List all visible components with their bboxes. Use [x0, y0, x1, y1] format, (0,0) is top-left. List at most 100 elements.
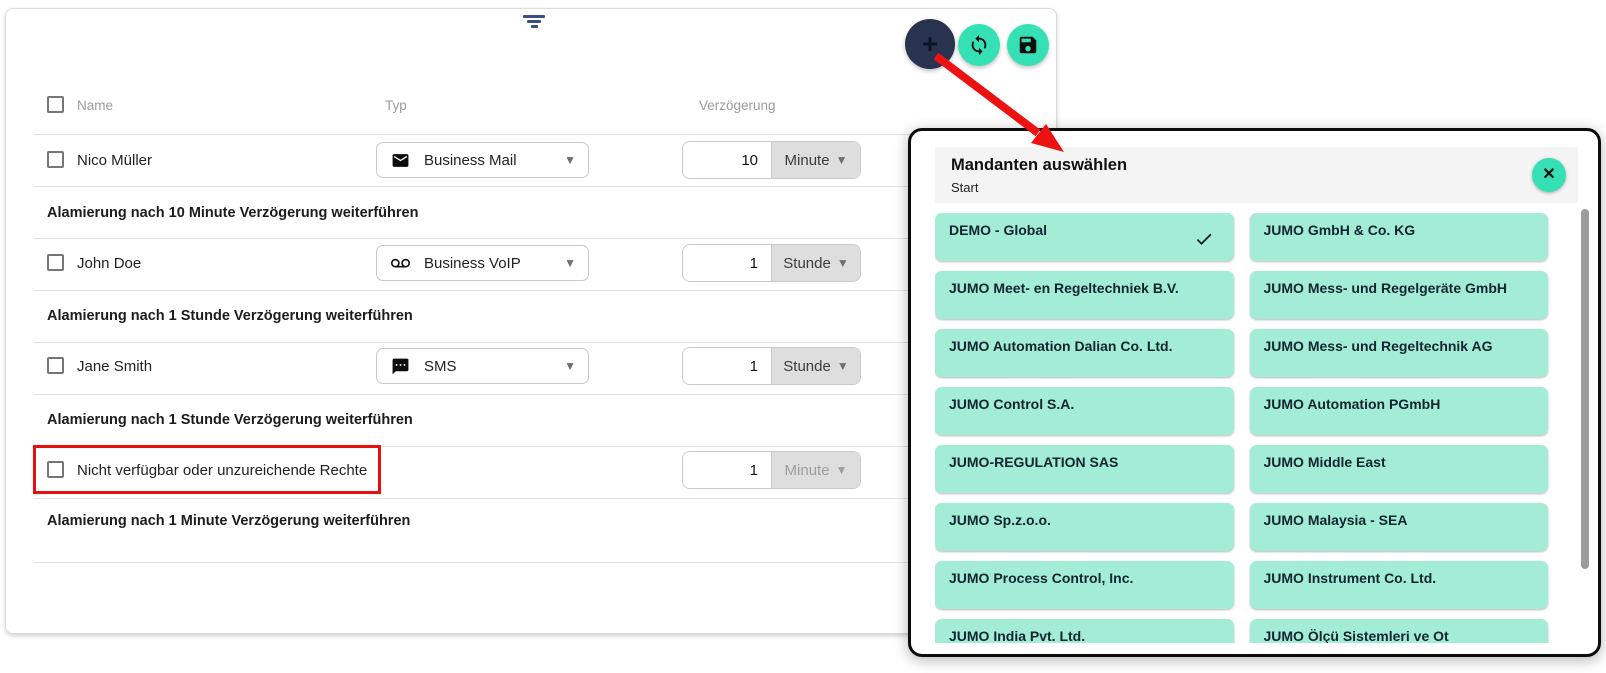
- escalation-note: Alamierung nach 1 Stunde Verzögerung wei…: [47, 308, 413, 324]
- type-dropdown-value: Business Mail: [424, 152, 564, 169]
- chevron-down-icon: ▼: [564, 359, 576, 373]
- delay-unit-value: Minute: [785, 152, 830, 169]
- delay-unit-value: Stunde: [783, 358, 831, 375]
- tenant-label: JUMO GmbH & Co. KG: [1264, 222, 1535, 238]
- voicemail-icon: [391, 254, 410, 273]
- save-icon: [1017, 34, 1039, 56]
- tenant-tile[interactable]: JUMO Malaysia - SEA: [1250, 503, 1549, 551]
- select-all-checkbox[interactable]: [47, 96, 64, 113]
- sms-icon: [391, 357, 410, 376]
- add-button[interactable]: +: [905, 19, 955, 69]
- column-header-typ: Typ: [385, 98, 407, 113]
- type-dropdown[interactable]: Business VoIP ▼: [376, 245, 589, 281]
- sync-icon: [968, 34, 990, 56]
- row-name: Nicht verfügbar oder unzureichende Recht…: [77, 462, 367, 479]
- tenant-tile[interactable]: JUMO Automation PGmbH: [1250, 387, 1549, 435]
- modal-scrollbar[interactable]: [1581, 209, 1589, 638]
- modal-subtitle: Start: [951, 180, 1578, 195]
- row-checkbox[interactable]: [47, 461, 64, 478]
- divider: [34, 290, 1040, 291]
- chevron-down-icon: ▼: [836, 153, 848, 167]
- tenant-label: JUMO Control S.A.: [949, 396, 1220, 412]
- tenant-label: JUMO Process Control, Inc.: [949, 570, 1220, 586]
- type-dropdown[interactable]: Business Mail ▼: [376, 142, 589, 178]
- chevron-down-icon: ▼: [837, 256, 849, 270]
- close-button[interactable]: ✕: [1532, 158, 1566, 192]
- delay-unit-dropdown[interactable]: Minute ▼: [771, 452, 860, 488]
- tenant-label: JUMO Middle East: [1264, 454, 1535, 470]
- column-header-name: Name: [77, 98, 113, 113]
- modal-title: Mandanten auswählen: [951, 156, 1578, 175]
- delay-group: Minute ▼: [682, 141, 861, 179]
- delay-value-input[interactable]: [683, 245, 771, 281]
- divider: [34, 342, 1040, 343]
- escalation-note: Alamierung nach 1 Minute Verzögerung wei…: [47, 513, 410, 529]
- divider: [34, 562, 1040, 563]
- tenant-label: JUMO Instrument Co. Ltd.: [1264, 570, 1535, 586]
- type-dropdown-value: Business VoIP: [424, 255, 564, 272]
- chevron-down-icon: ▼: [837, 359, 849, 373]
- row-name: John Doe: [77, 255, 141, 272]
- divider: [34, 134, 1040, 135]
- column-header-verzoegerung: Verzögerung: [699, 98, 776, 113]
- mail-icon: [391, 151, 410, 170]
- tenant-tile[interactable]: JUMO Mess- und Regeltechnik AG: [1250, 329, 1549, 377]
- tenant-label: JUMO Automation Dalian Co. Ltd.: [949, 338, 1220, 354]
- tenant-label: JUMO Malaysia - SEA: [1264, 512, 1535, 528]
- escalation-note: Alamierung nach 10 Minute Verzögerung we…: [47, 205, 418, 221]
- delay-unit-dropdown[interactable]: Stunde ▼: [771, 245, 860, 281]
- checkmark-icon: [1194, 229, 1214, 249]
- tenant-label: JUMO Sp.z.o.o.: [949, 512, 1220, 528]
- tenant-tile[interactable]: JUMO GmbH & Co. KG: [1250, 213, 1549, 261]
- delay-value-input[interactable]: [683, 142, 771, 178]
- alarm-chain-card: Name Typ Verzögerung Nico Müller Busines…: [5, 8, 1057, 634]
- tenant-tile[interactable]: JUMO India Pvt. Ltd.: [935, 619, 1234, 643]
- tenant-label: JUMO India Pvt. Ltd.: [949, 628, 1220, 643]
- tenant-tile[interactable]: JUMO Instrument Co. Ltd.: [1250, 561, 1549, 609]
- close-icon: ✕: [1542, 167, 1555, 183]
- tenant-label: JUMO Mess- und Regeltechnik AG: [1264, 338, 1535, 354]
- tenant-tile[interactable]: DEMO - Global: [935, 213, 1234, 261]
- tenant-tile[interactable]: JUMO Control S.A.: [935, 387, 1234, 435]
- screen: Name Typ Verzögerung Nico Müller Busines…: [0, 0, 1606, 673]
- row-name: Jane Smith: [77, 358, 152, 375]
- tenant-tile[interactable]: JUMO Automation Dalian Co. Ltd.: [935, 329, 1234, 377]
- tenant-tile[interactable]: JUMO Sp.z.o.o.: [935, 503, 1234, 551]
- modal-header: Mandanten auswählen Start ✕: [935, 147, 1578, 203]
- scrollbar-thumb[interactable]: [1581, 209, 1589, 569]
- tenant-tile[interactable]: JUMO Process Control, Inc.: [935, 561, 1234, 609]
- divider: [34, 498, 1040, 499]
- delay-unit-value: Stunde: [783, 255, 831, 272]
- tenant-tile[interactable]: JUMO Meet- en Regeltechniek B.V.: [935, 271, 1234, 319]
- delay-unit-dropdown[interactable]: Minute ▼: [771, 142, 860, 178]
- delay-value-input[interactable]: [683, 348, 771, 384]
- tenant-select-modal: Mandanten auswählen Start ✕ DEMO - Globa…: [908, 128, 1601, 657]
- tenant-tile[interactable]: JUMO Middle East: [1250, 445, 1549, 493]
- delay-value-input[interactable]: [683, 452, 771, 488]
- type-dropdown[interactable]: SMS ▼: [376, 348, 589, 384]
- row-name: Nico Müller: [77, 152, 152, 169]
- tenant-label: JUMO Ölçü Sistemleri ve Ot: [1264, 628, 1535, 643]
- tenant-label: JUMO Mess- und Regelgeräte GmbH: [1264, 280, 1535, 296]
- delay-unit-dropdown[interactable]: Stunde ▼: [771, 348, 860, 384]
- tenant-tile[interactable]: JUMO-REGULATION SAS: [935, 445, 1234, 493]
- escalation-note: Alamierung nach 1 Stunde Verzögerung wei…: [47, 412, 413, 428]
- delay-group: Stunde ▼: [682, 347, 861, 385]
- divider: [34, 394, 1040, 395]
- plus-icon: +: [922, 31, 938, 58]
- save-button[interactable]: [1007, 24, 1049, 66]
- tenant-label: JUMO Automation PGmbH: [1264, 396, 1535, 412]
- tenant-label: JUMO-REGULATION SAS: [949, 454, 1220, 470]
- divider: [34, 446, 1040, 447]
- type-dropdown-value: SMS: [424, 358, 564, 375]
- row-checkbox[interactable]: [47, 254, 64, 271]
- delay-group: Minute ▼: [682, 451, 861, 489]
- filter-icon[interactable]: [518, 15, 550, 37]
- tenant-tile[interactable]: JUMO Ölçü Sistemleri ve Ot: [1250, 619, 1549, 643]
- refresh-button[interactable]: [958, 24, 1000, 66]
- tenant-tile[interactable]: JUMO Mess- und Regelgeräte GmbH: [1250, 271, 1549, 319]
- chevron-down-icon: ▼: [836, 463, 848, 477]
- row-checkbox[interactable]: [47, 357, 64, 374]
- row-checkbox[interactable]: [47, 151, 64, 168]
- delay-unit-value: Minute: [785, 462, 830, 479]
